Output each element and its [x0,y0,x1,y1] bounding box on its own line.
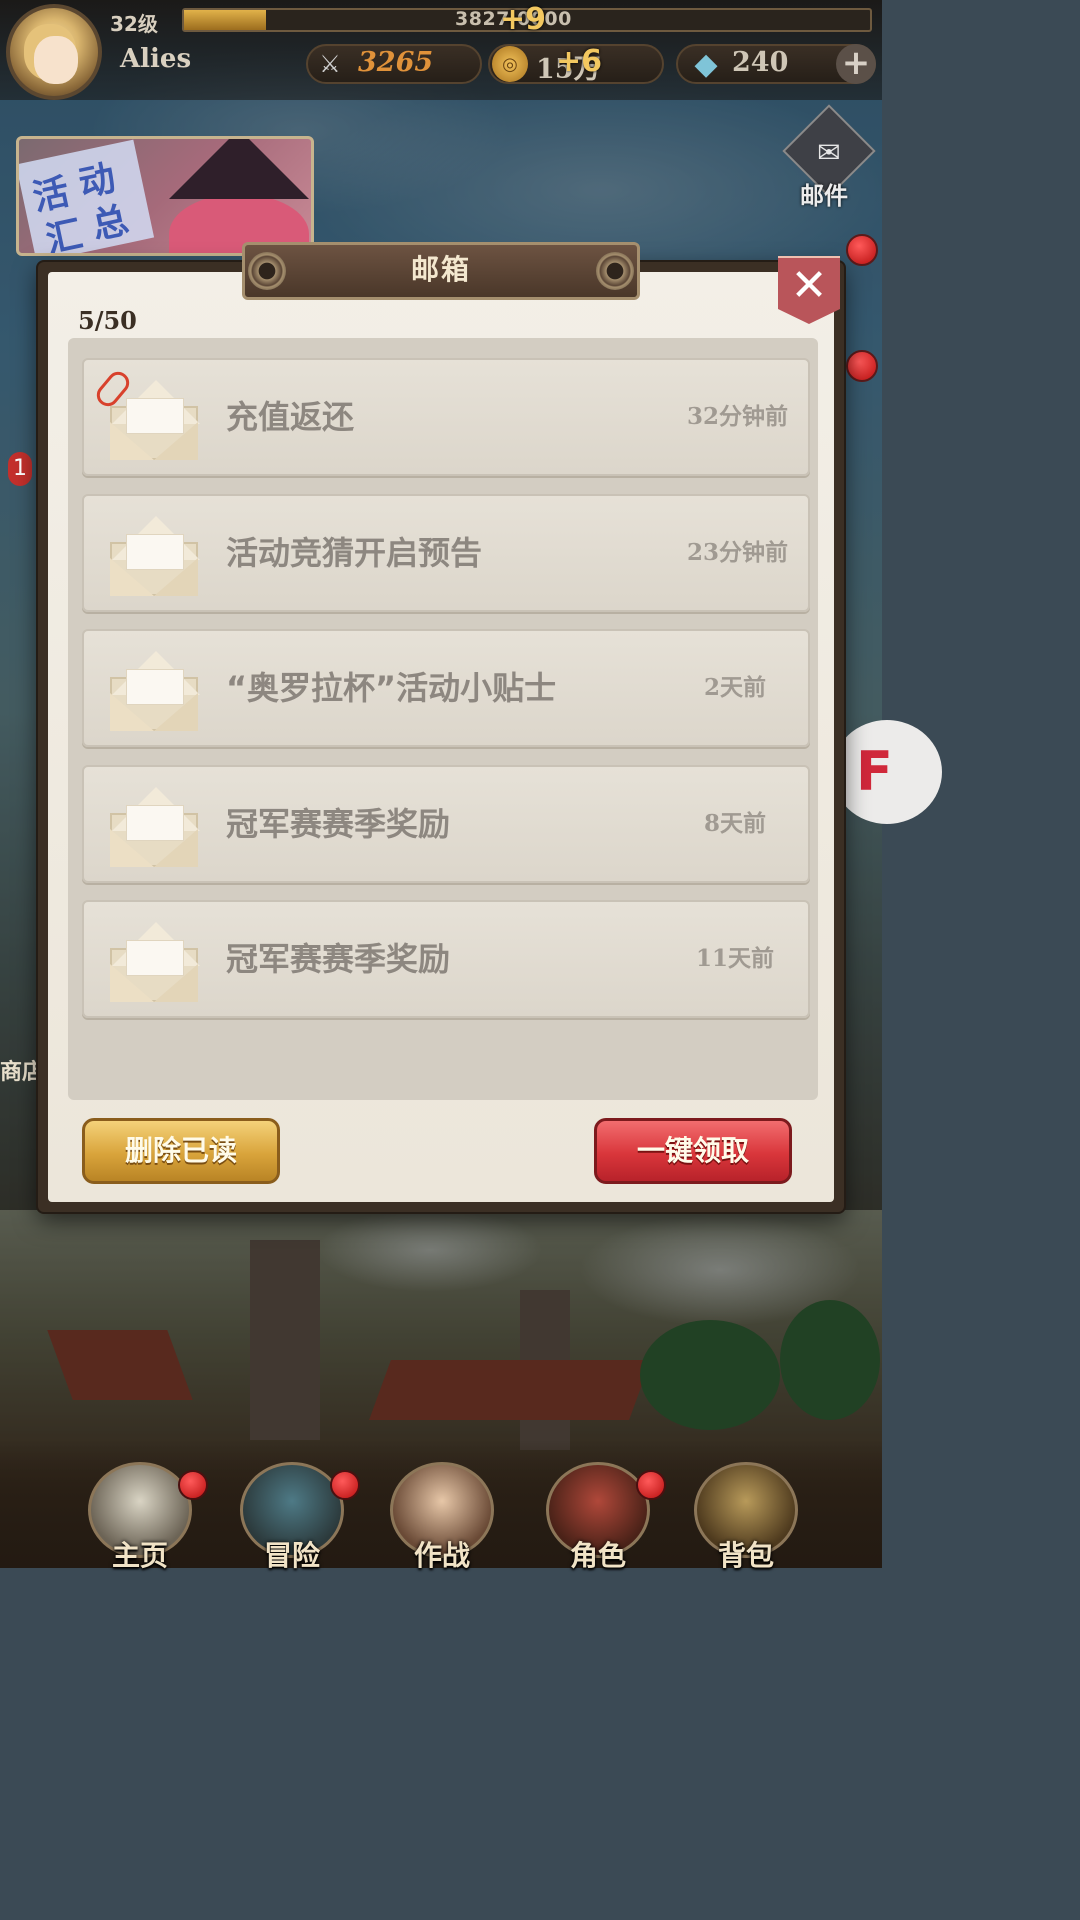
witch-hat [169,139,309,199]
nav-home[interactable]: 主页 [70,1448,210,1572]
mail-item[interactable]: 冠军赛赛季奖励 8天前 [82,765,810,883]
notification-dot [178,1470,208,1500]
nav-character[interactable]: 角色 [528,1448,668,1572]
mail-item[interactable]: “奥罗拉杯”活动小贴士 2天前 [82,629,810,747]
nav-bag[interactable]: 背包 [676,1448,816,1572]
xp-gain-float: +9 [500,2,547,37]
gem-value: 240 [732,47,789,78]
envelope-icon [110,649,200,733]
mail-time: 11天前 [695,945,774,972]
notification-dot [330,1470,360,1500]
envelope-icon [92,367,200,462]
mail-title: 冠军赛赛季奖励 [226,940,451,978]
add-gems-button[interactable]: + [836,44,876,84]
left-badge: 1 [8,452,32,486]
coin-icon: ◎ [492,46,528,82]
f-side-button[interactable]: F [832,720,942,824]
event-char: 总 [88,198,133,248]
envelope-icon [110,920,200,1004]
nav-label: 作战 [413,1539,470,1572]
mailbox-title: 邮箱 [410,253,471,286]
nav-label: 角色 [569,1539,626,1572]
mail-item[interactable]: 冠军赛赛季奖励 11天前 [82,900,810,1018]
player-level: 32级 [110,12,158,36]
event-label-tile: 活 动 汇 总 [19,139,155,253]
mail-title: “奥罗拉杯”活动小贴士 [226,669,557,707]
event-summary-banner[interactable]: 活 动 汇 总 [16,136,314,256]
claim-all-button[interactable]: 一键领取 [594,1118,792,1184]
nav-adventure[interactable]: 冒险 [222,1448,362,1572]
gold-gain-float: +6 [556,44,603,79]
envelope-icon [110,785,200,869]
nav-battle[interactable]: 作战 [372,1448,512,1572]
avatar-face [34,36,78,84]
nav-label: 背包 [717,1539,774,1572]
close-icon[interactable]: ✕ [778,258,840,314]
mail-title: 充值返还 [226,398,355,436]
xp-bar-fill [184,10,267,30]
sword-icon: ⚔ [319,50,341,78]
mail-time: 23分钟前 [686,539,788,566]
mail-side-label: 邮件 [800,182,848,210]
mail-item[interactable]: 活动竞猜开启预告 23分钟前 [82,494,810,612]
envelope-icon [110,514,200,598]
power-value: 3265 [358,47,434,78]
mail-time: 8天前 [703,810,766,837]
envelope-icon: ✉ [817,136,841,169]
notification-dot [846,350,878,382]
player-name: Alies [120,44,192,74]
nav-label: 冒险 [263,1539,320,1572]
notification-dot [636,1470,666,1500]
mail-title: 活动竞猜开启预告 [226,534,483,572]
mail-count: 5/50 [78,306,137,335]
mail-title: 冠军赛赛季奖励 [226,805,451,843]
player-avatar[interactable] [6,4,102,100]
delete-read-button[interactable]: 删除已读 [82,1118,280,1184]
nav-label: 主页 [111,1539,168,1572]
mail-time: 2天前 [703,674,766,701]
gem-icon: ◆ [694,46,718,82]
notification-dot [846,234,878,266]
mail-time: 32分钟前 [686,403,788,430]
mail-item[interactable]: 充值返还 32分钟前 [82,358,810,476]
